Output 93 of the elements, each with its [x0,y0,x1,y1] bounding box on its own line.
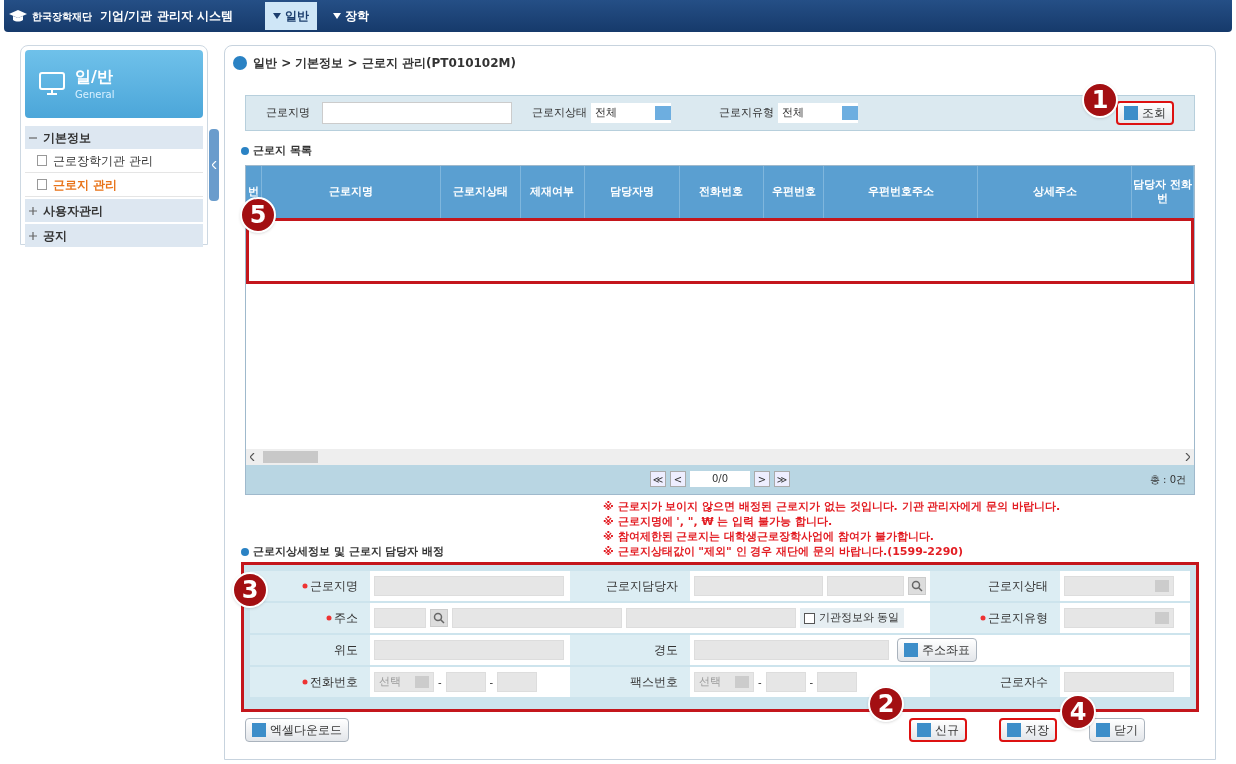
breadcrumb: 일반 > 기본정보 > 근로지 관리(PT010102M) [253,55,516,72]
scrollbar-thumb[interactable] [263,450,318,463]
field-label: 근로지상태 [532,104,587,121]
page-indicator: 0/0 [690,471,750,487]
chevron-left-icon [250,452,255,461]
form-label: 근로지유형 [988,610,1048,627]
form-label: 팩스번호 [630,674,678,691]
input-field[interactable] [445,672,486,692]
annotation-number: 3 [232,572,268,608]
column-header: 근로지상태 [440,165,521,218]
sidebar-group[interactable]: 사용자관리 [25,199,203,222]
info-icon [233,56,247,70]
annotation-number: 2 [868,686,904,722]
type-select[interactable]: 전체 [778,103,858,123]
caret-icon [272,13,281,19]
pager-button[interactable]: < [670,471,686,487]
collapse-handle[interactable] [209,129,219,201]
action-button[interactable]: 조회 [1116,101,1174,125]
pager-button[interactable]: ≪ [650,471,666,487]
section-title: 근로지 목록 [253,143,312,159]
horizontal-scrollbar[interactable] [246,448,1194,465]
column-header: 전화번호 [679,165,765,218]
form-label: 근로지상태 [988,578,1048,595]
input-field[interactable] [374,576,564,596]
search-icon[interactable] [430,609,448,627]
form-label: 근로지담당자 [606,578,678,595]
form-label: 위도 [334,642,358,659]
pager-button[interactable]: ≫ [774,471,790,487]
chevron-left-icon [211,161,217,169]
notice-text: ※ 참여제한된 근로지는 대학생근로장학사업에 참여가 불가합니다. [603,528,936,544]
separator-text: - [758,675,762,690]
bullet-icon [241,147,249,156]
select-field[interactable] [1064,576,1174,596]
field-label: 근로지명 [266,104,310,121]
monitor-icon [37,71,67,97]
input-field[interactable] [826,576,905,596]
input-field[interactable] [1064,672,1174,692]
caret-icon [332,13,341,19]
bullet-icon [241,547,249,556]
separator-text: - [809,675,814,690]
total-count: 총 : 0건 [1149,472,1186,487]
input-field[interactable] [374,640,564,660]
input-field[interactable] [694,640,889,660]
sidebar-group[interactable]: 공지 [25,224,203,247]
form-label: 근로지명 [310,578,358,595]
input-field[interactable] [817,672,858,692]
chevron-right-icon [1185,452,1190,461]
column-header: 담당자명 [585,165,680,218]
column-header: 우편번호 [764,165,824,218]
sidebar-title: 일/반 [75,66,114,87]
input-field[interactable] [452,608,622,628]
sidebar-subtitle: General [75,87,115,102]
column-header: 상세주소 [978,165,1133,218]
form-label: 전화번호 [310,674,358,691]
separator-text: - [438,675,442,690]
separator-text: - [489,675,494,690]
plus-icon [29,231,37,240]
search-field[interactable] [322,102,512,124]
input-field[interactable] [626,608,796,628]
pager-button[interactable]: > [754,471,770,487]
input-field[interactable] [694,576,823,596]
same-as-org-checkbox[interactable]: 기관정보와 동일 [800,608,904,628]
plus-icon [29,206,37,215]
search-icon[interactable] [908,577,926,595]
column-header: 우편번호주소 [823,165,979,218]
menu-tab[interactable]: 장학 [324,2,377,30]
menu-tab[interactable]: 일반 [264,2,317,30]
field-label: 근로지유형 [719,104,774,121]
annotation-number: 1 [1082,82,1118,118]
action-button[interactable]: 저장 [999,718,1057,742]
action-button[interactable]: 주소좌표 [897,638,977,662]
notice-text: ※ 근로지명에 ', ", ₩ 는 입력 불가능 합니다. [603,513,834,529]
input-field[interactable] [765,672,806,692]
input-field[interactable] [374,608,426,628]
system-title: 기업/기관 관리자 시스템 [100,8,233,25]
action-button[interactable]: 닫기 [1089,718,1145,742]
form-label: 근로자수 [1000,674,1048,691]
sidebar-group[interactable]: 기본정보 [25,126,203,149]
section-title: 근로지상세정보 및 근로지 담당자 배정 [253,543,445,560]
form-label: 주소 [334,610,358,627]
action-button[interactable]: 신규 [909,718,967,742]
notice-text: ※ 근로지상태값이 "제외" 인 경우 재단에 문의 바랍니다.(1599-2290) [603,543,964,559]
sidebar-item[interactable]: 근로장학기관 관리 [25,149,203,173]
form-label: 경도 [654,642,678,659]
column-header: 담당자 전화번 [1132,165,1194,218]
logo: 한국장학재단 [8,8,92,24]
notice-text: ※ 근로지가 보이지 않으면 배정된 근로지가 없는 것입니다. 기관 관리자에게 문의 바랍니다. [603,498,1062,514]
status-select[interactable]: 전체 [591,103,671,123]
select-field[interactable] [1064,608,1174,628]
action-button[interactable]: 엑셀다운로드 [245,718,349,742]
column-header: 제재여부 [520,165,586,218]
graduation-cap-icon [8,9,28,23]
input-field[interactable] [497,672,538,692]
